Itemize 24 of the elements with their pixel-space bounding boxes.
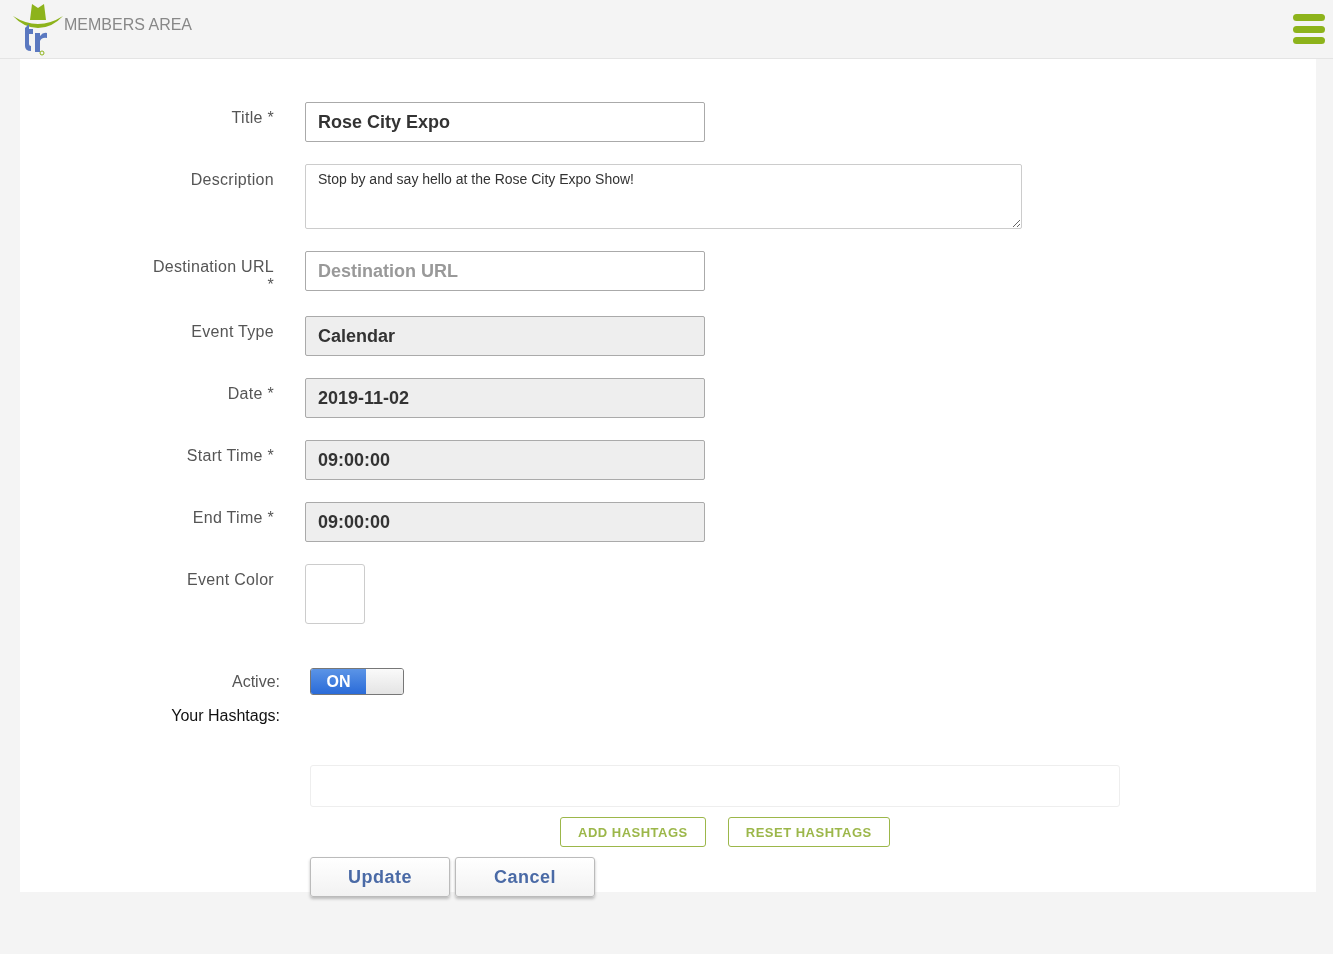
update-button[interactable]: Update [310,857,450,897]
hashtags-label: Your Hashtags: [170,707,280,725]
toggle-switch[interactable]: ON [310,668,404,695]
field-label: End Time * [191,508,274,528]
text-area[interactable]: Stop by and say hello at the Rose City Expo Show! [305,164,1022,229]
text-field[interactable]: Rose City Expo [305,102,705,142]
field-label: Description [189,170,274,190]
header-title: MEMBERS AREA [64,16,193,34]
readonly-field[interactable]: 2019-11-02 [305,378,705,418]
field-label: Event Color [186,570,274,590]
field-label: Start Time * [185,446,274,466]
cancel-button[interactable]: Cancel [455,857,595,897]
logo-icon [12,2,64,56]
readonly-field[interactable]: 09:00:00 [305,502,705,542]
field-label: Event Type [190,322,274,342]
readonly-field[interactable]: Calendar [305,316,705,356]
text-field[interactable]: Destination URL [305,251,705,291]
active-label: Active: [231,672,280,691]
menu-button[interactable] [1293,14,1325,44]
field-label: Destination URL * [152,257,274,294]
readonly-field[interactable]: 09:00:00 [305,440,705,480]
field-label: Title * [230,108,274,128]
field-label: Date * [226,384,274,404]
color-swatch[interactable] [305,564,365,624]
